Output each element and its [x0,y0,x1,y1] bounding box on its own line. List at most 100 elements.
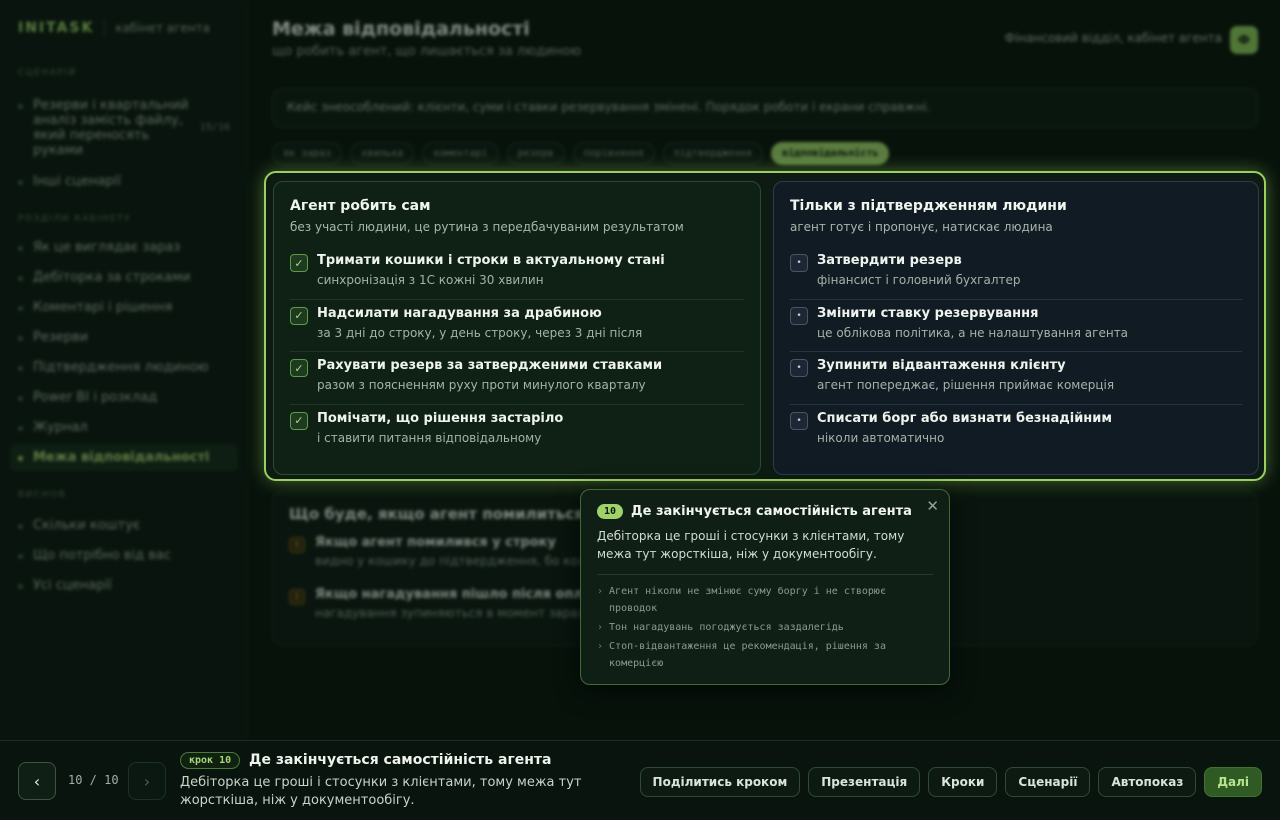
scenarios-button[interactable]: Сценарії [1005,767,1091,797]
human-confirm-card: Тільки з підтвердженням людини агент гот… [773,181,1259,475]
item-title: Списати борг або визнати безнадійним [817,410,1113,426]
sidebar-item-current[interactable]: Як це виглядає зараз [10,234,238,261]
pill-reserve[interactable]: резерв [506,142,565,165]
agent-alone-title: Агент робить сам [290,198,431,214]
bullet-icon [18,584,23,589]
item-title: Змінити ставку резервування [817,305,1039,321]
popover-point-text: Агент ніколи не змінює суму боргу і не с… [609,586,886,614]
sidebar-item-label: Що потрібно від вас [33,548,171,563]
bullet-icon [18,306,23,311]
sidebar-item-label: Резерви і квартальний аналіз замість фай… [33,98,189,158]
bullet-icon [18,276,23,281]
page-subtitle: що робить агент, що лишається за людиною [272,44,582,59]
item-title: Тримати кошики і строки в актуальному ст… [317,253,665,268]
list-item: ✓ Рахувати резерв за затвердженими ставк… [290,352,744,405]
sidebar-item-label: Power BI і розклад [33,390,158,405]
check-icon: ✓ [290,359,308,377]
item-title: Зупинити відвантаження клієнту [817,358,1066,373]
share-step-button[interactable]: Поділитись кроком [639,767,801,797]
check-icon: ✓ [290,306,308,325]
brand-subtitle: кабінет агента [115,21,210,35]
previous-step-button[interactable]: ‹ [18,762,56,800]
pill-now[interactable]: як зараз [272,142,343,165]
check-icon: ✓ [290,254,308,272]
sidebar-item-all-scenarios[interactable]: Усі сценарії [10,572,238,599]
pill-confirm[interactable]: підтвердження [662,142,764,165]
sidebar-item-journal[interactable]: Журнал [10,414,238,441]
item-sub: разом з поясненням руху проти минулого к… [317,378,646,392]
item-sub: синхронізація з 1С кожні 30 хвилин [317,273,544,287]
sidebar-item-label: Скільки коштує [33,518,141,533]
sidebar-item-label: Межа відповідальності [33,450,210,465]
sidebar-item-comments[interactable]: Коментарі і рішення [10,294,238,321]
pill-comments[interactable]: коментарі [422,142,499,165]
sidebar-item-label: Резерви [33,330,89,345]
item-sub: і ставити питання відповідальному [317,430,542,445]
section-pills: як зараз хвилька коментарі резерв порівн… [272,142,890,165]
next-step-arrow-button[interactable]: › [128,762,166,800]
sidebar-item-reserves[interactable]: Резерви [10,324,238,351]
pill-wave[interactable]: хвилька [350,142,415,165]
list-item: ✓ Тримати кошики і строки в актуальному … [290,247,744,300]
mistake-sub: видно у кошику до підтвердження, бо коже… [315,554,616,568]
sidebar-item-label: Усі сценарії [33,578,112,593]
step-popover: ✕ 10 Де закінчується самостійність агент… [580,489,950,685]
autoplay-button[interactable]: Автопоказ [1098,767,1197,797]
sidebar-item-label: Як це виглядає зараз [33,240,181,255]
bullet-icon [18,246,23,251]
bullet-icon [18,396,23,401]
human-confirm-title: Тільки з підтвердженням людини [790,198,1067,214]
agent-alone-card: Агент робить сам без участі людини, це р… [273,181,761,475]
item-title: Рахувати резерв за затвердженими ставкам… [317,358,663,373]
tour-actions: Поділитись кроком Презентація Кроки Сцен… [639,767,1262,797]
sidebar-item-powerbi[interactable]: Power BI і розклад [10,384,238,411]
sidebar-item-human-confirm[interactable]: Підтвердження людиною [10,354,238,381]
popover-point: › Тон нагадувань погоджується заздалегідь [597,619,933,636]
divider [597,574,933,575]
item-title: Затвердити резерв [817,253,962,268]
pill-responsibility[interactable]: відповідальність [771,142,890,165]
avatar[interactable]: Ф [1230,26,1258,54]
sidebar-item-needs[interactable]: Що потрібно від вас [10,542,238,569]
popover-point: › Агент ніколи не змінює суму боргу і не … [597,583,933,617]
item-sub: за 3 дні до строку, у день строку, через… [317,325,643,340]
check-icon: ✓ [290,411,308,430]
dot-icon: • [790,254,808,272]
bullet-icon [18,524,23,529]
item-sub: ніколи автоматично [817,430,945,445]
next-button[interactable]: Далі [1204,767,1262,797]
mistake-row: ! Якщо агент помилився у строку видно у … [289,535,615,568]
sidebar-item-scenario[interactable]: Резерви і квартальний аналіз замість фай… [10,92,238,164]
sidebar-item-label: Журнал [33,420,88,435]
sidebar-item-receivables[interactable]: Дебіторка за строками [10,264,238,291]
sidebar-item-label: Дебіторка за строками [33,270,191,285]
pill-compare[interactable]: порівняння [572,142,655,165]
sidebar-section-title: ВИСНОВ [18,490,67,500]
item-sub: це облікова політика, а не налаштування … [817,325,1129,340]
popover-point-text: Стоп-відвантаження це рекомендація, ріше… [609,641,886,669]
steps-button[interactable]: Кроки [928,767,998,797]
sidebar-item-cost[interactable]: Скільки коштує [10,512,238,539]
item-sub: агент попереджає, рішення приймає комерц… [817,378,1115,392]
close-icon[interactable]: ✕ [926,497,939,515]
popover-title: Де закінчується самостійність агента [631,504,912,519]
dot-icon: • [790,411,808,430]
sidebar-item-other-scenarios[interactable]: Інші сценарії [10,168,238,195]
sidebar-item-label: Коментарі і рішення [33,300,173,315]
dot-icon: • [790,359,808,377]
list-item: • Затвердити резерв фінансист і головний … [790,247,1242,300]
sidebar-item-label: Підтвердження людиною [33,360,209,375]
list-item: • Зупинити відвантаження клієнту агент по… [790,352,1242,405]
warning-icon: ! [289,537,305,553]
agent-alone-subtitle: без участі людини, це рутина з передбачу… [290,220,684,234]
responsibility-panel: Агент робить сам без участі людини, це р… [264,171,1266,481]
presentation-button[interactable]: Презентація [808,767,921,797]
list-item: ✓ Надсилати нагадування за драбиною за 3 … [290,300,744,352]
brand-divider [104,20,106,36]
brand-logo: INITASK [18,20,95,36]
bullet-icon [18,180,23,185]
mistakes-title: Що буде, якщо агент помилиться [289,505,584,523]
tour-bottom-bar: ‹ 10 / 10 › крок 10 Де закінчується само… [0,740,1280,820]
sidebar-item-responsibility[interactable]: Межа відповідальності [10,444,238,471]
department-label: Фінансовий відділ, кабінет агента [1004,31,1222,45]
